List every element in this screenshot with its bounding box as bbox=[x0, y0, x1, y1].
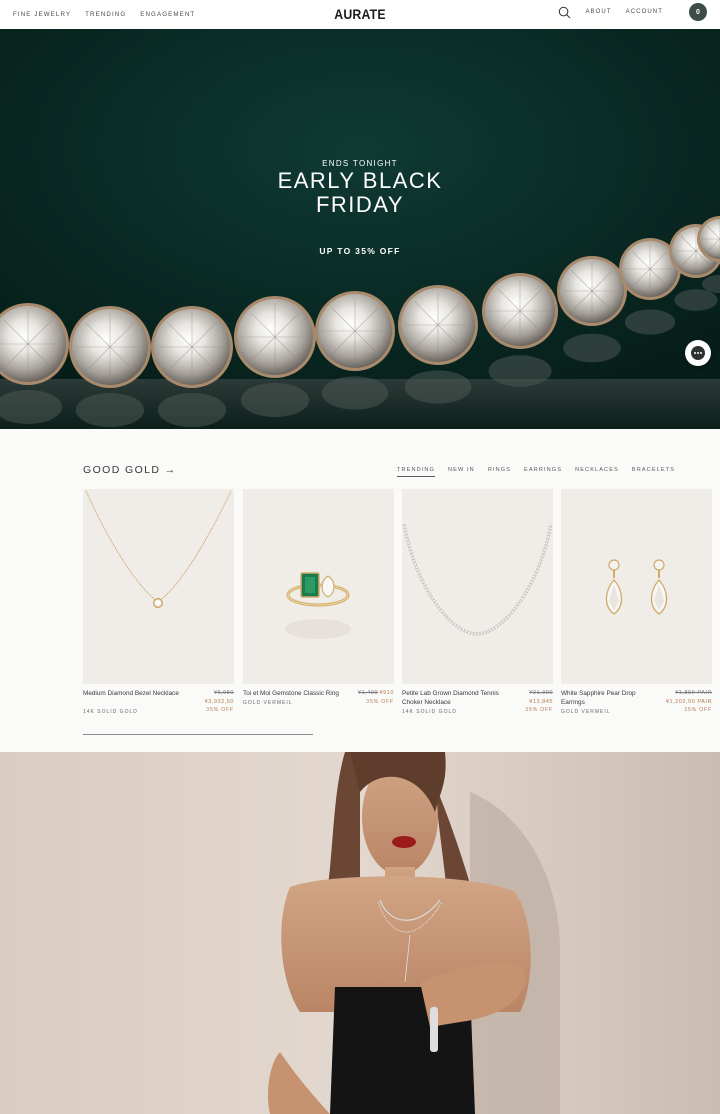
sale-price: ¥910 bbox=[379, 690, 394, 696]
cart-button[interactable]: 0 bbox=[689, 3, 707, 21]
product-price: ¥1,400 ¥910 35% OFF bbox=[358, 689, 394, 706]
tennis-choker-image bbox=[402, 523, 553, 636]
product-price: ¥1,850 PAIR ¥1,202,50 PAIR 35% OFF bbox=[666, 689, 712, 715]
carousel-scrollbar[interactable] bbox=[83, 734, 313, 735]
product-image[interactable] bbox=[83, 489, 234, 684]
cart-count: 0 bbox=[696, 8, 700, 16]
product-info: White Sapphire Pear Drop Earrings GOLD V… bbox=[561, 689, 712, 729]
tab-new-in[interactable]: NEW IN bbox=[448, 467, 475, 477]
price-line: ¥1,400 ¥910 bbox=[358, 689, 394, 698]
nav-link-engagement[interactable]: ENGAGEMENT bbox=[140, 11, 195, 18]
section-title[interactable]: GOOD GOLD → bbox=[83, 464, 177, 476]
tab-necklaces[interactable]: NECKLACES bbox=[575, 467, 619, 477]
sale-price: ¥13,845 bbox=[529, 698, 553, 705]
hero-offer-link[interactable]: UP TO 35% OFF bbox=[0, 246, 720, 256]
product-card[interactable]: Petite Lab Grown Diamond Tennis Choker N… bbox=[402, 489, 553, 729]
sale-price: ¥1,202,50 PAIR bbox=[665, 698, 712, 705]
product-carousel-section: GOOD GOLD → TRENDING NEW IN RINGS EARRIN… bbox=[0, 429, 720, 752]
nav-link-about[interactable]: ABOUT bbox=[585, 9, 611, 15]
original-price: ¥1,850 PAIR bbox=[675, 690, 712, 696]
product-name[interactable]: Toi et Moi Gemstone Classic Ring bbox=[243, 689, 348, 698]
product-image[interactable] bbox=[243, 489, 394, 684]
original-price: ¥21,300 bbox=[529, 690, 553, 696]
nav-link-trending[interactable]: TRENDING bbox=[85, 11, 126, 18]
product-material: GOLD VERMEIL bbox=[561, 709, 611, 715]
product-material: GOLD VERMEIL bbox=[243, 700, 293, 706]
hero-title: EARLY BLACK FRIDAY bbox=[0, 169, 720, 217]
tab-rings[interactable]: RINGS bbox=[488, 467, 511, 477]
product-card[interactable]: Toi et Moi Gemstone Classic Ring GOLD VE… bbox=[243, 489, 394, 729]
discount-badge: 35% OFF bbox=[525, 707, 553, 714]
pear-drop-earrings-image bbox=[605, 559, 668, 615]
top-navigation: FINE JEWELRY TRENDING ENGAGEMENT AURATE … bbox=[0, 0, 720, 29]
hero-title-line-1: EARLY BLACK bbox=[277, 168, 443, 193]
discount-badge: 35% OFF bbox=[206, 707, 234, 714]
hero-title-line-2: FRIDAY bbox=[315, 192, 405, 217]
product-image[interactable] bbox=[402, 489, 553, 684]
earring-right bbox=[650, 559, 668, 615]
nav-link-fine-jewelry[interactable]: FINE JEWELRY bbox=[13, 11, 71, 18]
tab-earrings[interactable]: EARRINGS bbox=[524, 467, 562, 477]
discount-badge: 35% OFF bbox=[366, 698, 394, 705]
product-card[interactable]: Medium Diamond Bezel Necklace 14K SOLID … bbox=[83, 489, 234, 729]
primary-nav: FINE JEWELRY TRENDING ENGAGEMENT bbox=[13, 11, 195, 18]
hero-banner[interactable]: ENDS TONIGHT EARLY BLACK FRIDAY UP TO 35… bbox=[0, 29, 720, 429]
product-name[interactable]: White Sapphire Pear Drop Earrings bbox=[561, 689, 651, 707]
sale-price: ¥3,932,50 bbox=[204, 698, 234, 705]
discount-badge: 35% OFF bbox=[684, 707, 712, 714]
search-icon[interactable] bbox=[558, 6, 571, 19]
toi-et-moi-ring-image bbox=[285, 572, 351, 639]
original-price: ¥6,050 bbox=[213, 690, 234, 696]
chat-icon bbox=[691, 346, 705, 360]
product-card[interactable]: White Sapphire Pear Drop Earrings GOLD V… bbox=[561, 489, 712, 729]
category-tabs: TRENDING NEW IN RINGS EARRINGS NECKLACES… bbox=[397, 467, 688, 477]
hero-image-tennis-bracelet bbox=[0, 29, 720, 429]
original-price: ¥1,400 bbox=[357, 690, 378, 696]
model-wearing-jewelry-image bbox=[0, 752, 720, 1114]
product-material: 14K SOLID GOLD bbox=[83, 709, 138, 715]
product-info: Petite Lab Grown Diamond Tennis Choker N… bbox=[402, 689, 553, 729]
brand-logo[interactable]: AURATE bbox=[334, 6, 385, 22]
product-name[interactable]: Petite Lab Grown Diamond Tennis Choker N… bbox=[402, 689, 507, 707]
tab-bracelets[interactable]: BRACELETS bbox=[632, 467, 675, 477]
hero-eyebrow: ENDS TONIGHT bbox=[322, 159, 398, 168]
product-info: Toi et Moi Gemstone Classic Ring GOLD VE… bbox=[243, 689, 394, 729]
product-image[interactable] bbox=[561, 489, 712, 684]
earring-left bbox=[605, 559, 623, 615]
utility-nav: ABOUT ACCOUNT 0 bbox=[558, 3, 707, 21]
chat-button[interactable] bbox=[685, 340, 711, 366]
product-price: ¥6,050 ¥3,932,50 35% OFF bbox=[205, 689, 234, 715]
product-info: Medium Diamond Bezel Necklace 14K SOLID … bbox=[83, 689, 234, 729]
lifestyle-image-model bbox=[0, 752, 720, 1114]
nav-link-account[interactable]: ACCOUNT bbox=[626, 9, 663, 15]
product-name[interactable]: Medium Diamond Bezel Necklace bbox=[83, 689, 188, 698]
necklace-bezel-image bbox=[85, 490, 232, 608]
product-price: ¥21,300 ¥13,845 35% OFF bbox=[525, 689, 553, 715]
product-material: 14K SOLID GOLD bbox=[402, 709, 457, 715]
tab-trending[interactable]: TRENDING bbox=[397, 467, 436, 477]
